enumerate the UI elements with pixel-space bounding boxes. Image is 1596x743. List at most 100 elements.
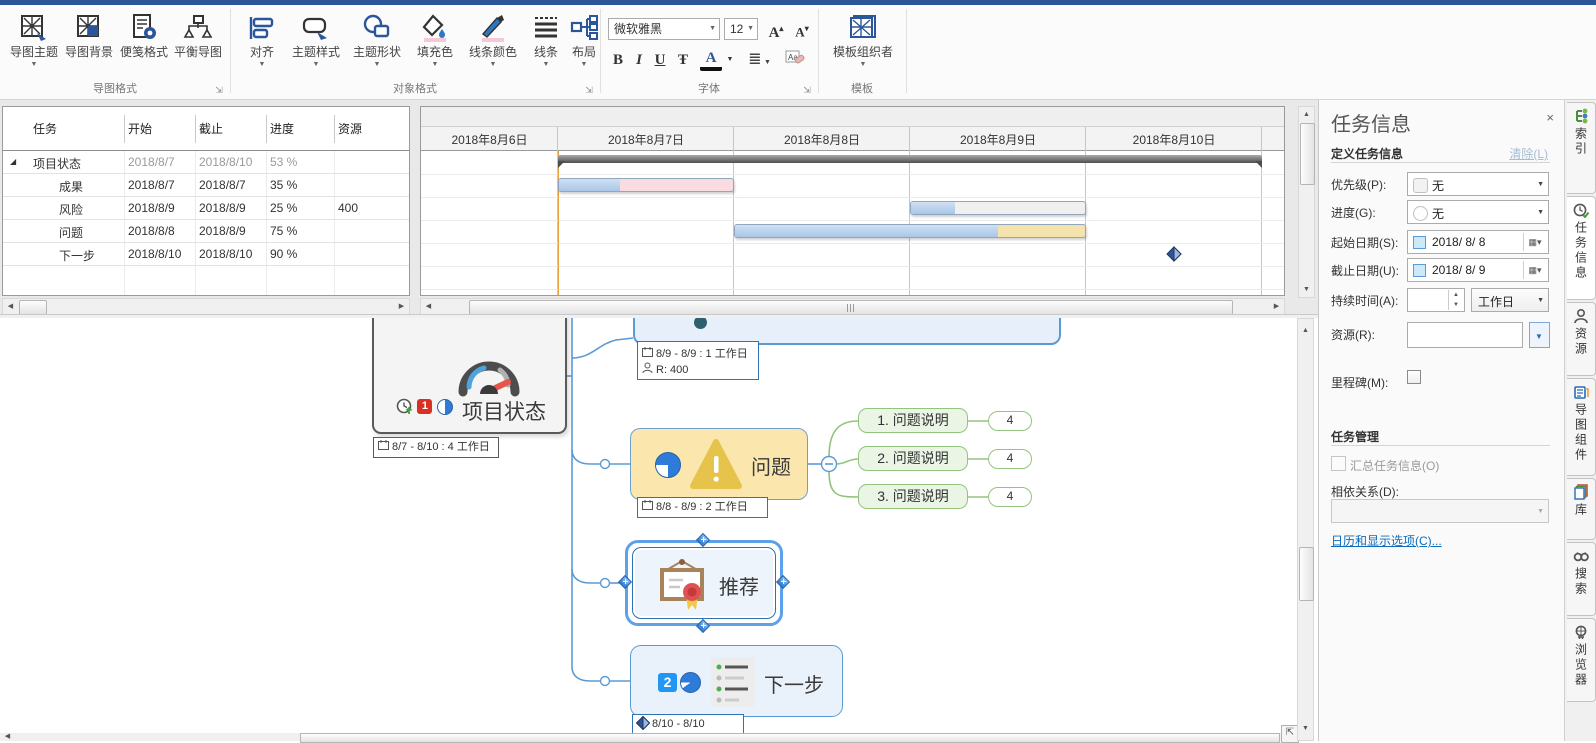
topic-recommend[interactable]: 推荐 [632, 547, 776, 619]
scroll-left-icon[interactable]: ◀ [3, 299, 18, 314]
count-oval[interactable]: 4 [988, 449, 1032, 469]
gantt-summary-bar[interactable] [558, 155, 1262, 163]
table-hscrollbar[interactable]: ◀ ▶ [2, 298, 410, 315]
side-tab-browser[interactable]: 浏览器 [1567, 618, 1596, 702]
topic-issue-detail-3[interactable]: 3. 问题说明 [858, 484, 968, 509]
chevron-down-icon[interactable]: ▼ [1537, 297, 1544, 304]
duration-unit-dropdown[interactable]: 工作日▼ [1471, 288, 1549, 312]
table-header-4[interactable]: 资源 [338, 120, 362, 137]
bold-button[interactable]: B [608, 49, 628, 71]
topic-next-steps[interactable]: 2 下一步 [630, 645, 843, 717]
chevron-down-icon[interactable]: ▼ [747, 19, 754, 39]
summary-info-checkbox[interactable] [1331, 456, 1346, 471]
topic-issue-detail-2[interactable]: 2. 问题说明 [858, 446, 968, 471]
italic-button[interactable]: I [630, 49, 648, 71]
table-header-3[interactable]: 进度 [270, 120, 294, 137]
add-topic-handle-bottom[interactable]: + [697, 620, 710, 633]
count-oval[interactable]: 4 [988, 487, 1032, 507]
scroll-left-icon[interactable]: ◀ [421, 299, 436, 314]
scroll-right-icon[interactable]: ▶ [1269, 299, 1284, 314]
side-tab-map-parts[interactable]: 导图组件 [1567, 378, 1596, 476]
resource-input[interactable] [1407, 322, 1523, 348]
canvas-hscrollbar[interactable]: ◀ [0, 733, 1281, 741]
strikethrough-button[interactable]: Ŧ [672, 49, 694, 71]
font-name-combo[interactable]: 微软雅黑▼ [608, 18, 720, 40]
next-milestone-callout[interactable]: 8/10 - 8/10 [632, 714, 744, 733]
topic-project-status[interactable]: 1 项目状态 [372, 318, 567, 434]
dependency-dropdown[interactable]: ▼ [1331, 499, 1549, 523]
progress-75-icon[interactable] [655, 452, 681, 478]
progress-50-icon[interactable] [437, 399, 453, 415]
calendar-options-link[interactable]: 日历和显示选项(C)... [1331, 532, 1442, 549]
root-date-callout[interactable]: 8/7 - 8/10 : 4 工作日 [373, 437, 499, 458]
font-size-combo[interactable]: 12▼ [724, 18, 758, 40]
topic-issue[interactable]: 问题 [630, 428, 808, 500]
add-topic-handle-right[interactable]: + [777, 576, 790, 589]
table-row-项目状态[interactable]: ◢项目状态2018/8/72018/8/1053 % [3, 151, 409, 174]
progress-dropdown[interactable]: 无▼ [1407, 200, 1549, 224]
scroll-down-icon[interactable]: ▼ [1299, 282, 1314, 297]
mindmap-canvas[interactable]: 1 项目状态 8/7 - 8/10 : 4 工作日 8/9 - 8/9 : 1 … [0, 318, 1297, 733]
side-tab-search[interactable]: 搜索 [1567, 542, 1596, 616]
pane-splitter[interactable] [410, 106, 420, 314]
table-row-风险[interactable]: 风险2018/8/92018/8/925 %400 [3, 197, 409, 220]
scroll-left-icon[interactable]: ◀ [0, 733, 15, 741]
dialog-launcher-icon[interactable]: ⇲ [214, 85, 224, 95]
gantt-task-bar[interactable] [558, 178, 734, 192]
topic-issue-detail-1[interactable]: 1. 问题说明 [858, 408, 968, 433]
spinner-arrows-icon[interactable]: ▲▼ [1448, 290, 1463, 310]
start-date-field[interactable]: 2018/ 8/ 8▦▾ [1407, 230, 1549, 254]
scroll-down-icon[interactable]: ▼ [1298, 721, 1313, 736]
canvas-vscrollbar[interactable]: ▲ ▼ [1297, 318, 1314, 741]
side-tab-library[interactable]: 库 [1567, 478, 1596, 540]
add-topic-handle-left[interactable]: + [619, 576, 632, 589]
underline-button[interactable]: U [650, 49, 670, 71]
count-oval[interactable]: 4 [988, 411, 1032, 431]
font-color-button[interactable]: A [700, 49, 722, 71]
chevron-down-icon[interactable]: ▼ [1537, 209, 1544, 216]
count-2-badge[interactable]: 2 [658, 673, 677, 692]
gantt-task-bar[interactable] [734, 224, 1086, 238]
table-row-问题[interactable]: 问题2018/8/82018/8/975 % [3, 220, 409, 243]
date-picker-icon[interactable]: ▦▾ [1523, 261, 1546, 279]
priority-dropdown[interactable]: 无▼ [1407, 172, 1549, 196]
gantt-vscrollbar[interactable]: ▲ ▼ [1298, 106, 1315, 298]
priority-1-badge[interactable]: 1 [417, 399, 432, 414]
end-date-field[interactable]: 2018/ 8/ 9▦▾ [1407, 258, 1549, 282]
chevron-down-icon[interactable]: ▼ [709, 19, 716, 39]
scroll-up-icon[interactable]: ▲ [1299, 107, 1314, 122]
side-tab-index[interactable]: 索引 [1567, 102, 1596, 194]
table-header-0[interactable]: 任务 [33, 120, 57, 137]
progress-90-icon[interactable] [680, 672, 701, 693]
table-row-下一步[interactable]: 下一步2018/8/102018/8/1090 % [3, 243, 409, 266]
scroll-up-icon[interactable]: ▲ [1298, 323, 1313, 338]
risk-date-callout[interactable]: 8/9 - 8/9 : 1 工作日 R: 400 [637, 341, 759, 380]
font-color-dropdown-icon[interactable]: ▼ [724, 49, 736, 71]
chevron-down-icon[interactable]: ▼ [1537, 181, 1544, 188]
alignment-button[interactable]: ≣ ▼ [744, 49, 774, 71]
table-header-2[interactable]: 截止 [199, 120, 223, 137]
resource-dropdown-button[interactable]: ▼ [1529, 322, 1550, 348]
gantt-milestone-icon[interactable] [1166, 246, 1182, 262]
scroll-right-icon[interactable]: ▶ [394, 299, 409, 314]
clear-format-button[interactable]: Aa [782, 49, 808, 71]
dialog-launcher-icon[interactable]: ⇲ [584, 85, 594, 95]
side-tab-resources[interactable]: 资源 [1567, 302, 1596, 376]
table-row-成果[interactable]: 成果2018/8/72018/8/735 % [3, 174, 409, 197]
clear-link[interactable]: 清除(L) [1509, 145, 1548, 162]
gantt-hscrollbar[interactable]: ◀ ▶ [420, 298, 1285, 315]
date-check-icon[interactable] [1413, 236, 1426, 249]
date-check-icon[interactable] [1413, 264, 1426, 277]
table-header-1[interactable]: 开始 [128, 120, 152, 137]
expand-triangle-icon[interactable]: ◢ [10, 158, 16, 166]
grow-font-button[interactable]: A▴ [764, 18, 788, 40]
duration-spinner[interactable]: ▲▼ [1407, 288, 1465, 312]
issue-date-callout[interactable]: 8/8 - 8/9 : 2 工作日 [637, 497, 768, 518]
gantt-task-bar[interactable] [910, 201, 1086, 215]
priority-clock-icon[interactable] [396, 398, 413, 415]
shrink-font-button[interactable]: A▾ [790, 18, 814, 40]
add-topic-handle-top[interactable]: + [697, 534, 710, 547]
date-picker-icon[interactable]: ▦▾ [1523, 233, 1546, 251]
side-tab-task-info[interactable]: 任务信息 [1567, 196, 1596, 300]
milestone-checkbox[interactable] [1407, 370, 1421, 384]
